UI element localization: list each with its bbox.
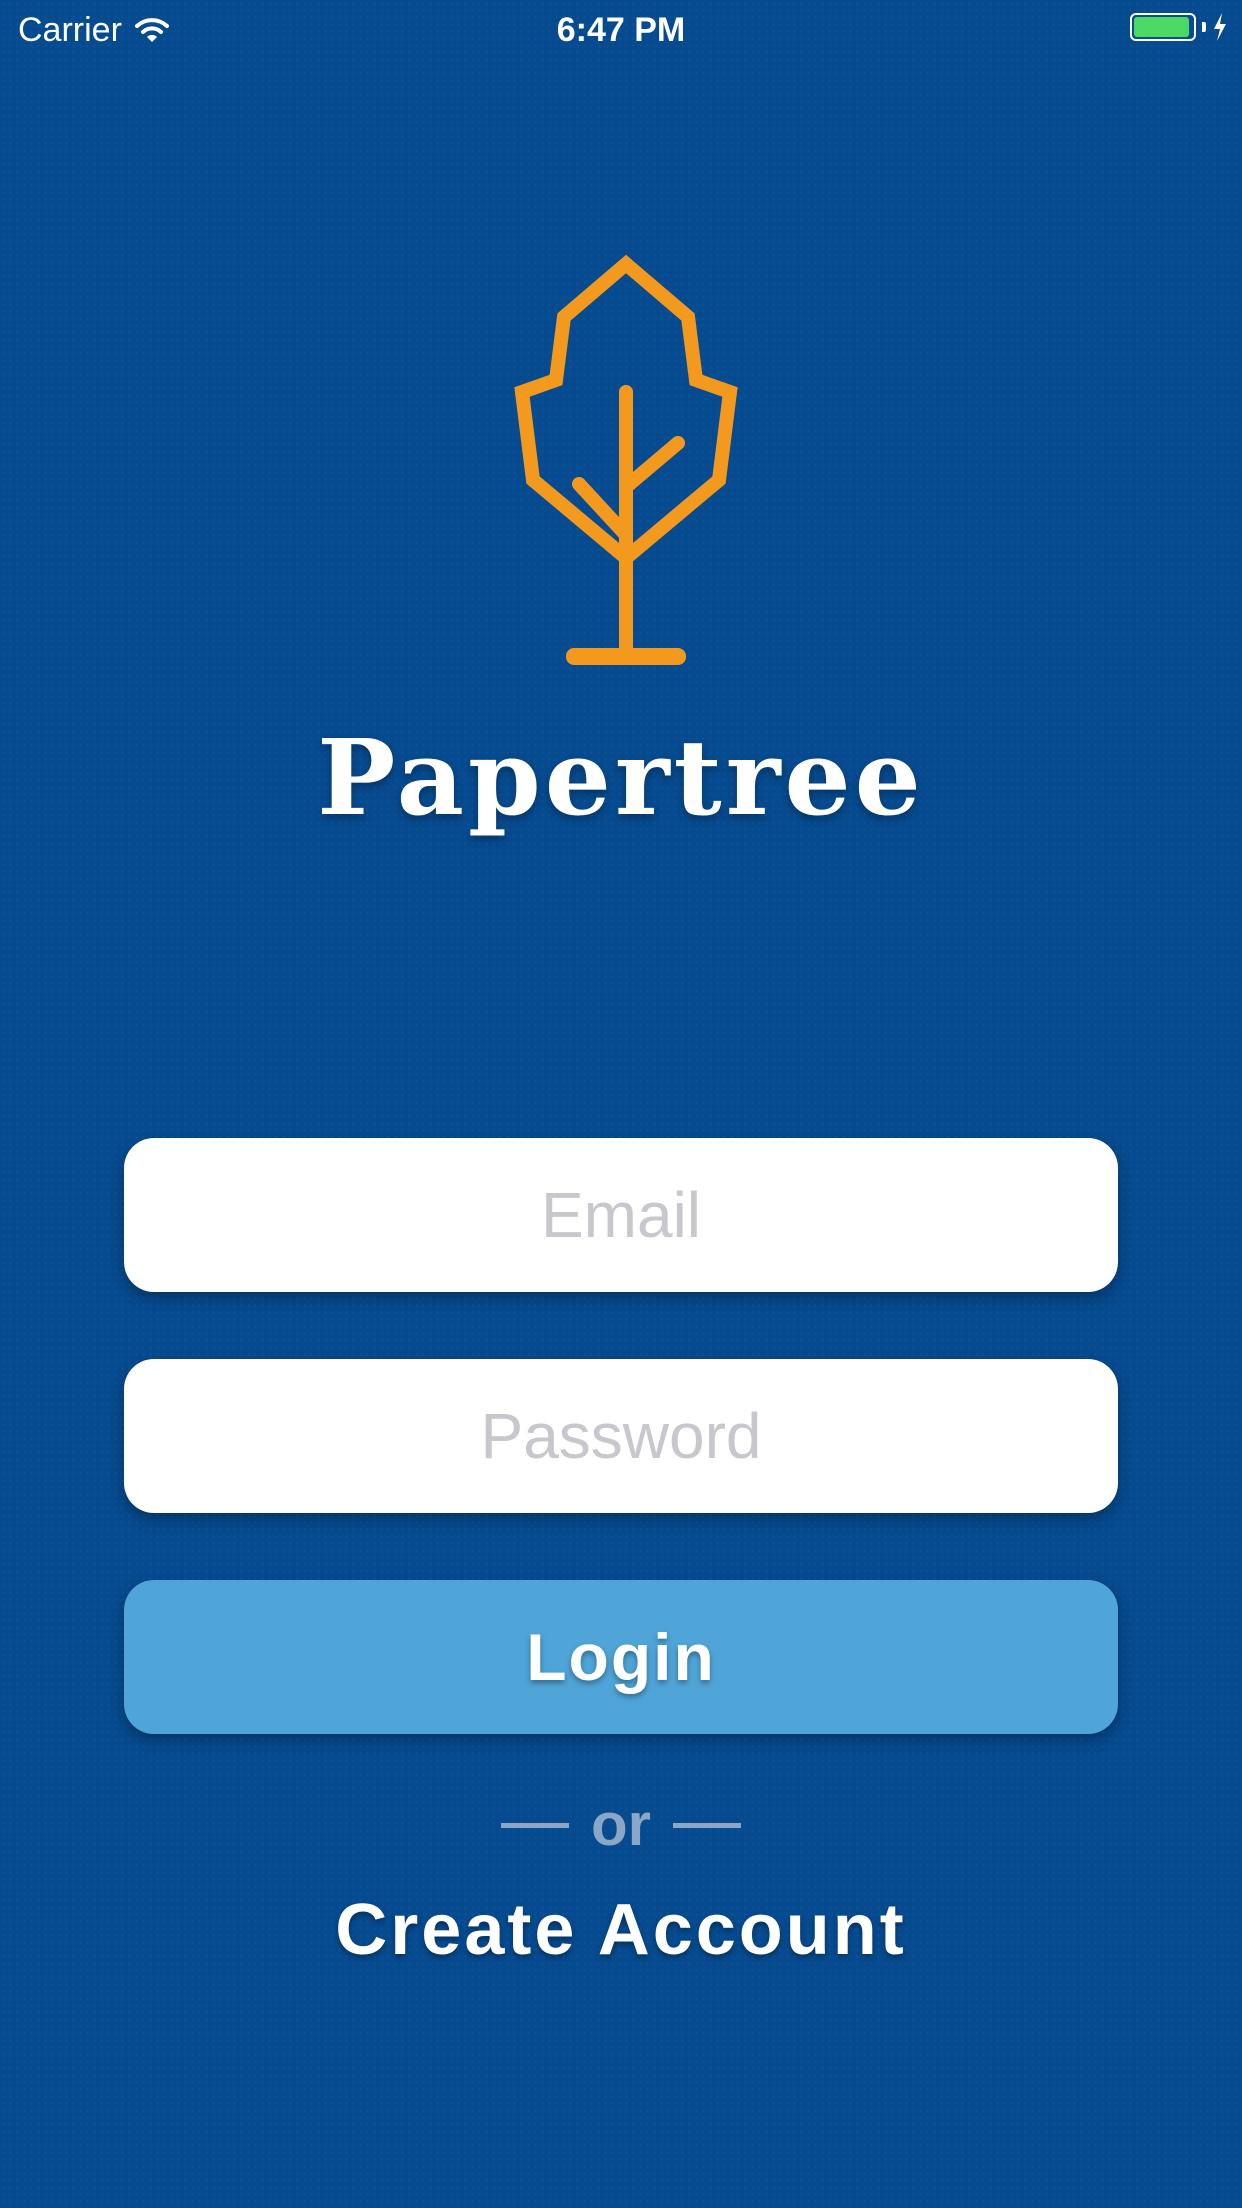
divider-line-right [673, 1822, 741, 1828]
create-account-button[interactable]: Create Account [0, 1888, 1242, 1972]
divider-line-left [501, 1822, 569, 1828]
app-name: Papertree [317, 716, 925, 839]
status-bar: Carrier 6:47 PM [0, 0, 1242, 60]
status-time: 6:47 PM [556, 11, 686, 49]
login-button[interactable]: Login [124, 1580, 1118, 1734]
battery-nub [1202, 22, 1206, 32]
battery-fill [1134, 17, 1190, 37]
login-screen: Carrier 6:47 PM Papertree Email Login or… [0, 0, 1242, 2208]
or-divider: or [0, 1790, 1242, 1860]
divider-text: or [591, 1791, 651, 1858]
charging-bolt-icon [1214, 13, 1226, 41]
tree-logo-icon [514, 255, 738, 665]
email-field[interactable] [124, 1138, 1118, 1292]
battery-icon [1130, 13, 1196, 41]
password-field[interactable] [124, 1359, 1118, 1513]
battery-indicator [1130, 12, 1228, 42]
